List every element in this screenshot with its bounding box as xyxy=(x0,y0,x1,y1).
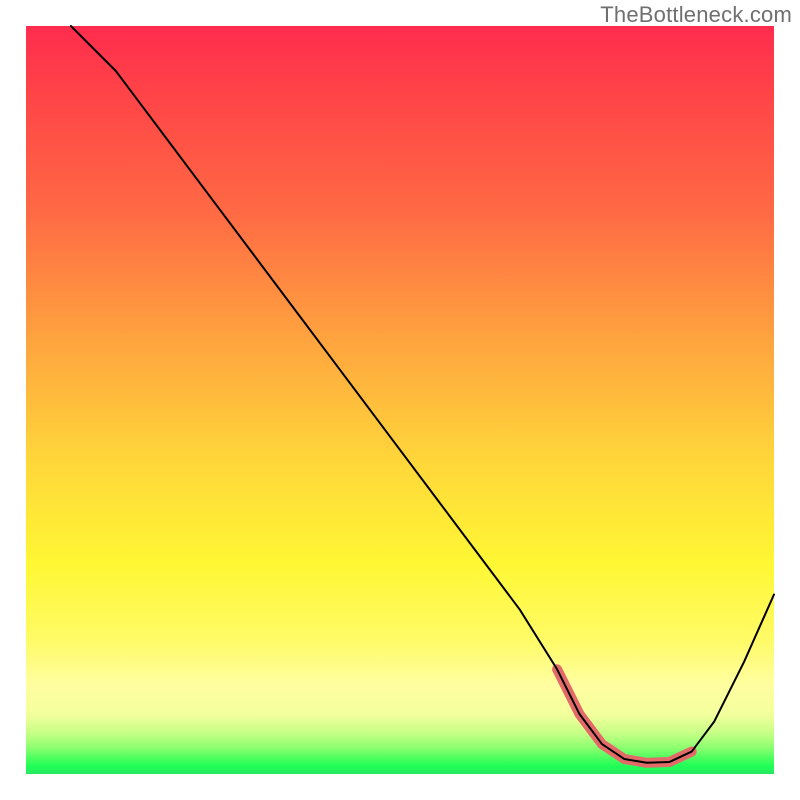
curve-group xyxy=(71,26,774,763)
chart-canvas: TheBottleneck.com xyxy=(0,0,800,800)
chart-overlay xyxy=(26,26,774,774)
watermark-text: TheBottleneck.com xyxy=(600,2,792,28)
plot-area xyxy=(26,26,774,774)
highlight-min-path xyxy=(557,669,692,763)
curve-path xyxy=(71,26,774,763)
highlight-segment xyxy=(557,669,692,763)
